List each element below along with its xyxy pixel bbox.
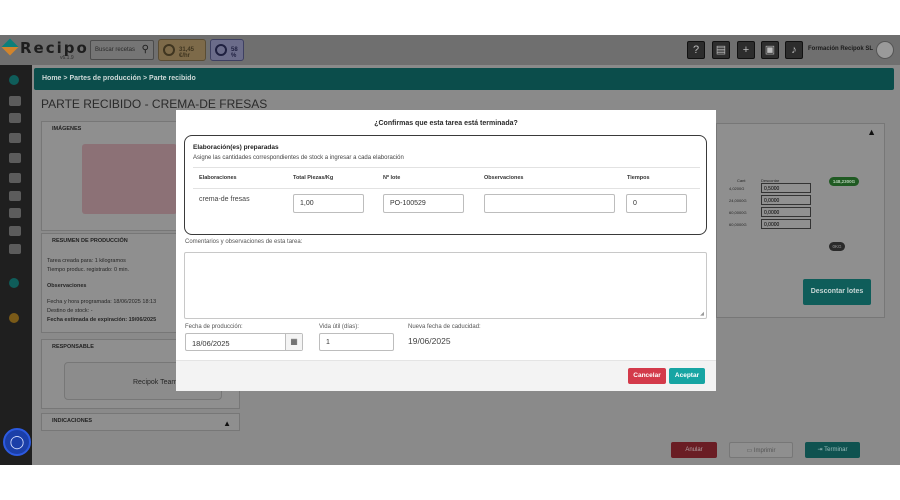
shelf-life-label: Vida útil (días): xyxy=(319,324,359,330)
descontar-lotes-button[interactable]: Descontar lotes xyxy=(803,279,871,305)
elaborations-title: Elaboración(es) preparadas xyxy=(193,144,279,151)
imprimir-button[interactable]: ▭ Imprimir xyxy=(729,442,793,458)
sidebar xyxy=(0,65,32,465)
document-icon[interactable]: ▤ xyxy=(712,41,730,59)
breadcrumb: Home > Partes de producción > Parte reci… xyxy=(34,68,894,90)
sidebar-production-icon[interactable] xyxy=(9,191,21,201)
table-divider xyxy=(193,188,700,189)
new-expiry-label: Nueva fecha de caducidad: xyxy=(408,324,481,330)
accept-button[interactable]: Aceptar xyxy=(669,368,705,384)
search-icon: ⚲ xyxy=(141,44,149,55)
col-total: Total Piezas/Kg xyxy=(293,175,334,181)
sidebar-support-icon[interactable] xyxy=(9,278,19,288)
chat-bubble-icon[interactable]: ◯ xyxy=(3,428,31,456)
company-avatar[interactable] xyxy=(876,41,894,59)
sidebar-products-icon[interactable] xyxy=(9,113,21,123)
terminar-button[interactable]: ⇥ Terminar xyxy=(805,442,860,458)
times-input[interactable] xyxy=(626,194,687,213)
indications-header: INDICACIONES xyxy=(52,418,93,424)
new-expiry-value: 19/06/2025 xyxy=(408,336,451,346)
descontar-input[interactable]: 0,0000 xyxy=(761,195,811,205)
sidebar-calc-icon[interactable] xyxy=(9,133,21,143)
comments-label: Comentarios y observaciones de esta tare… xyxy=(185,239,303,245)
elaborations-box: Elaboración(es) preparadas Asigne las ca… xyxy=(184,135,707,235)
comments-textarea[interactable]: ◢ xyxy=(184,252,707,319)
bell-icon[interactable]: ♪ xyxy=(785,41,803,59)
chevron-up-icon[interactable]: ▲ xyxy=(223,419,231,428)
sidebar-cart-icon[interactable] xyxy=(9,173,21,183)
confirm-modal: ¿Confirmas que esta tarea está terminada… xyxy=(176,110,716,391)
calendar-icon[interactable]: ▦ xyxy=(285,334,302,350)
app-logo[interactable]: Recipok xyxy=(1,38,101,57)
product-image xyxy=(82,144,177,214)
production-date-input[interactable]: 18/06/2025 ▦ xyxy=(185,333,303,351)
sidebar-coins-icon[interactable] xyxy=(9,313,19,323)
descontar-input[interactable]: 0,0000 xyxy=(761,207,811,217)
lot-number-input[interactable] xyxy=(383,194,464,213)
table-divider xyxy=(193,167,700,168)
sidebar-stock-icon[interactable] xyxy=(9,153,21,163)
weight-badge: 0KG xyxy=(829,242,845,251)
descontar-input[interactable]: 0,5000 xyxy=(761,183,811,193)
add-icon[interactable]: + xyxy=(737,41,755,59)
cancel-button[interactable]: Cancelar xyxy=(628,368,666,384)
top-bar: Recipok v6.1.9 Buscar recetas ⚲ 31,45 €/h… xyxy=(0,35,900,65)
production-date-label: Fecha de producción: xyxy=(185,324,243,330)
company-name[interactable]: Formación Recipok SL xyxy=(808,46,873,52)
cost-per-hour-badge[interactable]: 31,45 €/hr xyxy=(158,39,206,61)
sidebar-list-icon[interactable] xyxy=(9,226,21,236)
page-title: PARTE RECIBIDO - CREMA-DE FRESAS xyxy=(41,97,268,111)
col-elaboraciones: Elaboraciones xyxy=(199,175,237,181)
ingredients-card: ▲ Cant Descontar 4,0200G 0,5000 24,0000G… xyxy=(716,123,885,318)
search-input[interactable]: Buscar recetas ⚲ xyxy=(90,40,154,60)
sidebar-home-icon[interactable] xyxy=(9,75,19,85)
modal-title: ¿Confirmas que esta tarea está terminada… xyxy=(374,120,518,127)
logo-icon xyxy=(1,38,19,56)
elaborations-subtitle: Asigne las cantidades correspondientes d… xyxy=(193,155,404,161)
coins-icon xyxy=(163,44,175,56)
sidebar-recipes-icon[interactable] xyxy=(9,96,21,106)
col-tiempos: Tiempos xyxy=(627,175,650,181)
descontar-input[interactable]: 0,0000 xyxy=(761,219,811,229)
anular-button[interactable]: Anular xyxy=(671,442,717,458)
help-icon[interactable]: ? xyxy=(687,41,705,59)
chevron-up-icon[interactable]: ▲ xyxy=(867,127,876,137)
save-icon[interactable]: ▣ xyxy=(761,41,779,59)
total-pieces-input[interactable] xyxy=(293,194,364,213)
total-badge: 148,2300G xyxy=(829,177,859,186)
app-version: v6.1.9 xyxy=(60,55,74,61)
observations-input[interactable] xyxy=(484,194,615,213)
breadcrumb-home[interactable]: Home xyxy=(42,75,61,82)
col-lote: Nº lote xyxy=(383,175,401,181)
breadcrumb-section[interactable]: Partes de producción xyxy=(69,75,141,82)
breadcrumb-current: Parte recibido xyxy=(149,75,196,82)
sidebar-reports-icon[interactable] xyxy=(9,208,21,218)
shelf-life-input[interactable] xyxy=(319,333,394,351)
indications-card[interactable]: INDICACIONES ▲ xyxy=(41,413,240,431)
pie-icon xyxy=(215,44,227,56)
sidebar-tags-icon[interactable] xyxy=(9,244,21,254)
col-observaciones: Observaciones xyxy=(484,175,524,181)
resize-handle-icon[interactable]: ◢ xyxy=(700,311,704,317)
print-icon: ▭ xyxy=(746,448,754,454)
elaboracion-name: crema-de fresas xyxy=(199,196,250,203)
percent-badge[interactable]: 58 % xyxy=(210,39,244,61)
